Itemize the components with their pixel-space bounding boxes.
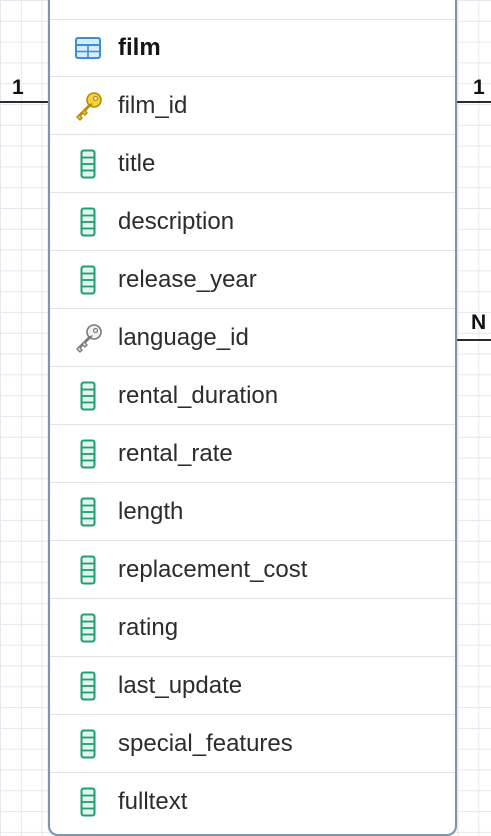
column-name: language_id [118,323,249,351]
column-row-title[interactable]: title [50,135,455,193]
primary-key-icon [70,88,106,124]
column-icon [70,204,106,240]
column-name: title [118,149,156,177]
column-row-description[interactable]: description [50,193,455,251]
table-icon [70,30,106,66]
column-row-rating[interactable]: rating [50,599,455,657]
cardinality-label-right-bottom: N [471,311,487,334]
column-icon [70,378,106,414]
column-name: rating [118,613,179,641]
column-icon [70,668,106,704]
column-name: length [118,497,184,525]
column-icon [70,494,106,530]
column-name: film_id [118,91,188,119]
column-name: fulltext [118,788,188,815]
column-row-release-year[interactable]: release_year [50,251,455,309]
relationship-line-right-top[interactable] [457,101,491,103]
cardinality-label-left: 1 [12,76,24,99]
relationship-line-left[interactable] [0,101,48,103]
column-name: last_update [118,671,243,699]
column-row-rental-rate[interactable]: rental_rate [50,425,455,483]
column-icon [70,146,106,182]
column-row-special-features[interactable]: special_features [50,715,455,773]
column-row-language-id[interactable]: language_id [50,309,455,367]
column-name: replacement_cost [118,555,308,583]
column-row-film-id[interactable]: film_id [50,77,455,135]
column-icon [70,552,106,588]
column-row-length[interactable]: length [50,483,455,541]
column-name: release_year [118,265,257,293]
entity-film[interactable]: film film_id title description release_y… [48,0,457,836]
column-name: rental_duration [118,381,279,409]
entity-top-edge [50,0,455,20]
column-icon [70,610,106,646]
relationship-line-right-bottom[interactable] [457,339,491,341]
diagram-canvas[interactable]: 1 1 N film film_id title description rel… [0,0,491,836]
foreign-key-icon [70,320,106,356]
column-icon [70,726,106,762]
column-name: special_features [118,729,293,757]
column-name: rental_rate [118,439,233,467]
cardinality-label-right-top: 1 [473,76,485,99]
column-icon [70,436,106,472]
column-icon [70,784,106,820]
entity-name: film [118,33,161,61]
column-name: description [118,207,235,235]
column-row-rental-duration[interactable]: rental_duration [50,367,455,425]
entity-header[interactable]: film [50,19,455,77]
column-row-last-update[interactable]: last_update [50,657,455,715]
column-row-fulltext[interactable]: fulltext [50,773,455,831]
column-row-replacement-cost[interactable]: replacement_cost [50,541,455,599]
column-icon [70,262,106,298]
